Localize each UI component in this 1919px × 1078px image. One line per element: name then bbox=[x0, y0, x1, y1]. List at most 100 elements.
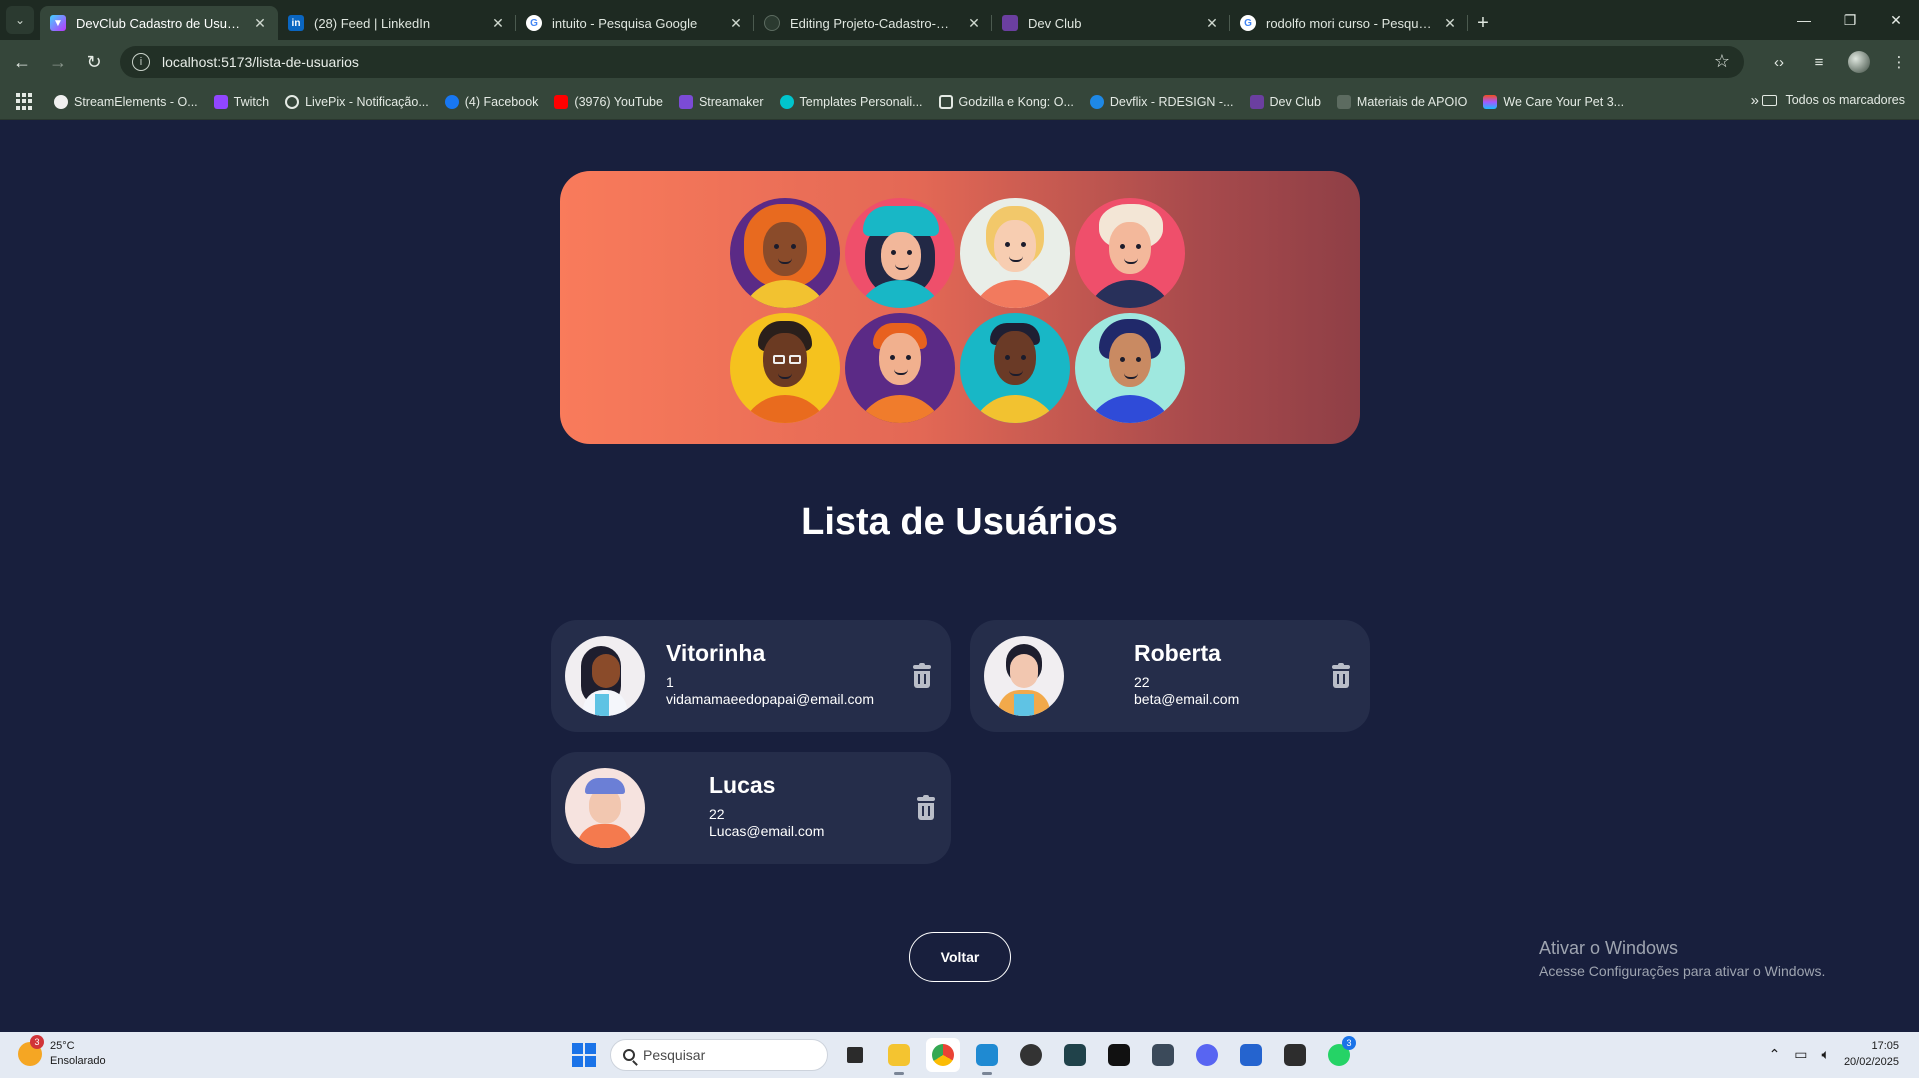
streamelements-icon bbox=[54, 94, 68, 109]
bookmark-twitch[interactable]: Twitch bbox=[213, 94, 269, 109]
close-icon[interactable]: ✕ bbox=[252, 15, 268, 32]
minimize-icon[interactable]: — bbox=[1781, 0, 1827, 40]
clock-date: 20/02/2025 bbox=[1843, 1056, 1899, 1068]
game-icon[interactable] bbox=[1058, 1038, 1092, 1072]
linkedin-icon: in bbox=[288, 15, 304, 31]
file-explorer-icon[interactable] bbox=[882, 1038, 916, 1075]
close-icon[interactable]: ✕ bbox=[1204, 15, 1220, 32]
tab-title: Editing Projeto-Cadastro-Usuar bbox=[790, 15, 956, 31]
folder-icon bbox=[1762, 94, 1778, 106]
taskbar-search[interactable]: Pesquisar bbox=[610, 1039, 828, 1071]
bookmark-livepix[interactable]: LivePix - Notificação... bbox=[285, 94, 429, 109]
trash-icon[interactable] bbox=[1330, 663, 1352, 689]
launcher-icon[interactable] bbox=[1146, 1038, 1180, 1072]
close-window-icon[interactable]: ✕ bbox=[1873, 0, 1919, 40]
avatar-illustration bbox=[1075, 313, 1185, 423]
bookmark-label: LivePix - Notificação... bbox=[305, 94, 429, 109]
window-controls: — ❐ ✕ bbox=[1781, 0, 1919, 40]
twitch-icon bbox=[213, 94, 228, 109]
url-text: localhost:5173/lista-de-usuarios bbox=[162, 54, 359, 70]
address-bar[interactable]: i localhost:5173/lista-de-usuarios ☆ bbox=[120, 46, 1744, 78]
apps-grid-icon[interactable] bbox=[16, 92, 34, 111]
discord-icon[interactable] bbox=[1190, 1038, 1224, 1072]
weather-desc: Ensolarado bbox=[50, 1055, 106, 1067]
tab-google-intuito[interactable]: G intuito - Pesquisa Google ✕ bbox=[516, 6, 754, 40]
whatsapp-icon[interactable]: 3 bbox=[1322, 1036, 1356, 1072]
bookmark-label: Streamaker bbox=[698, 94, 764, 109]
tab-title: (28) Feed | LinkedIn bbox=[314, 15, 431, 31]
back-icon[interactable]: ← bbox=[4, 44, 40, 80]
facebook-icon bbox=[444, 94, 459, 109]
user-avatar bbox=[984, 636, 1064, 716]
windows-activation-watermark: Ativar o Windows Acesse Configurações pa… bbox=[1539, 938, 1825, 979]
volume-icon[interactable]: 🔈︎ bbox=[1822, 1046, 1830, 1063]
close-icon[interactable]: ✕ bbox=[728, 15, 744, 32]
browser-toolbar: ← → ↻ i localhost:5173/lista-de-usuarios… bbox=[0, 40, 1919, 84]
forward-icon[interactable]: → bbox=[40, 44, 76, 80]
r-icon bbox=[938, 94, 953, 109]
call-of-duty-icon[interactable] bbox=[1102, 1038, 1136, 1072]
user-card: Vitorinha 1 vidamamaeedopapai@email.com bbox=[551, 620, 951, 732]
code-icon[interactable]: ‹› bbox=[1759, 44, 1799, 80]
tab-title: rodolfo mori curso - Pesquisa G bbox=[1266, 15, 1432, 31]
bookmark-youtube[interactable]: (3976) YouTube bbox=[554, 94, 663, 109]
tab-dev-club[interactable]: Dev Club ✕ bbox=[992, 6, 1230, 40]
tab-devclub-cadastro[interactable]: ▼ DevClub Cadastro de Usuário ✕ bbox=[40, 6, 278, 40]
vscode-icon[interactable] bbox=[970, 1038, 1004, 1075]
close-icon[interactable]: ✕ bbox=[490, 15, 506, 32]
livepix-icon bbox=[285, 94, 300, 109]
bookmark-streamelements[interactable]: StreamElements - O... bbox=[54, 94, 198, 109]
avatar-illustration bbox=[730, 198, 840, 308]
bookmark-star-icon[interactable]: ☆ bbox=[1714, 51, 1730, 72]
all-bookmarks-folder[interactable]: Todos os marcadores bbox=[1762, 93, 1905, 107]
trash-icon[interactable] bbox=[911, 663, 933, 689]
close-icon[interactable]: ✕ bbox=[966, 15, 982, 32]
weather-widget[interactable]: 3 25°C Ensolarado bbox=[18, 1035, 106, 1069]
new-tab-button[interactable]: + bbox=[1468, 6, 1498, 40]
trash-icon[interactable] bbox=[915, 795, 937, 821]
bookmark-materiais[interactable]: Materiais de APOIO bbox=[1336, 94, 1467, 109]
bookmark-wecare[interactable]: We Care Your Pet 3... bbox=[1483, 94, 1624, 109]
avatar-illustration bbox=[730, 313, 840, 423]
bookmark-devflix[interactable]: Devflix - RDESIGN -... bbox=[1089, 94, 1234, 109]
canva-icon bbox=[779, 94, 794, 109]
site-info-icon[interactable]: i bbox=[132, 53, 150, 71]
restore-icon[interactable]: ❐ bbox=[1827, 0, 1873, 40]
network-icon[interactable]: ▭ bbox=[1794, 1046, 1807, 1063]
bookmark-godzilla[interactable]: Godzilla e Kong: O... bbox=[938, 94, 1074, 109]
bookmark-streamaker[interactable]: Streamaker bbox=[678, 94, 764, 109]
tab-github-editing[interactable]: Editing Projeto-Cadastro-Usuar ✕ bbox=[754, 6, 992, 40]
avatar-illustration bbox=[960, 313, 1070, 423]
windows-start-icon[interactable] bbox=[572, 1043, 596, 1067]
notion-icon bbox=[1336, 94, 1351, 109]
user-name: Roberta bbox=[1134, 640, 1221, 666]
reload-icon[interactable]: ↻ bbox=[76, 44, 112, 80]
clock[interactable]: 17:05 20/02/2025 bbox=[1844, 1038, 1899, 1070]
back-button[interactable]: Voltar bbox=[909, 932, 1011, 982]
user-name: Vitorinha bbox=[666, 640, 766, 666]
close-icon[interactable]: ✕ bbox=[1442, 15, 1458, 32]
bookmark-facebook[interactable]: (4) Facebook bbox=[444, 94, 538, 109]
obs-icon[interactable] bbox=[1014, 1038, 1048, 1072]
profile-avatar[interactable] bbox=[1848, 51, 1870, 73]
devclub-icon bbox=[1249, 94, 1264, 109]
chrome-icon[interactable] bbox=[926, 1038, 960, 1072]
more-bookmarks-icon[interactable]: » bbox=[1751, 92, 1759, 109]
todo-icon[interactable] bbox=[1234, 1038, 1268, 1072]
tab-search-button[interactable]: ⌄ bbox=[6, 6, 34, 34]
tab-bar: ⌄ ▼ DevClub Cadastro de Usuário ✕ in (28… bbox=[0, 0, 1919, 40]
devflix-icon bbox=[1089, 94, 1104, 109]
figma-icon bbox=[1483, 94, 1498, 109]
tab-linkedin[interactable]: in (28) Feed | LinkedIn ✕ bbox=[278, 6, 516, 40]
task-view-icon[interactable] bbox=[838, 1038, 872, 1072]
hero-banner bbox=[560, 171, 1360, 444]
search-placeholder: Pesquisar bbox=[643, 1047, 706, 1063]
user-email: beta@email.com bbox=[1134, 691, 1240, 707]
terminal-icon[interactable] bbox=[1278, 1038, 1312, 1072]
chevron-up-icon[interactable]: ⌃ bbox=[1769, 1046, 1781, 1063]
tab-google-rodolfo[interactable]: G rodolfo mori curso - Pesquisa G ✕ bbox=[1230, 6, 1468, 40]
bookmark-devclub[interactable]: Dev Club bbox=[1249, 94, 1321, 109]
menu-icon[interactable]: ⋮ bbox=[1879, 44, 1919, 80]
bookmark-templates[interactable]: Templates Personali... bbox=[779, 94, 923, 109]
media-icon[interactable]: ≡ bbox=[1799, 44, 1839, 80]
